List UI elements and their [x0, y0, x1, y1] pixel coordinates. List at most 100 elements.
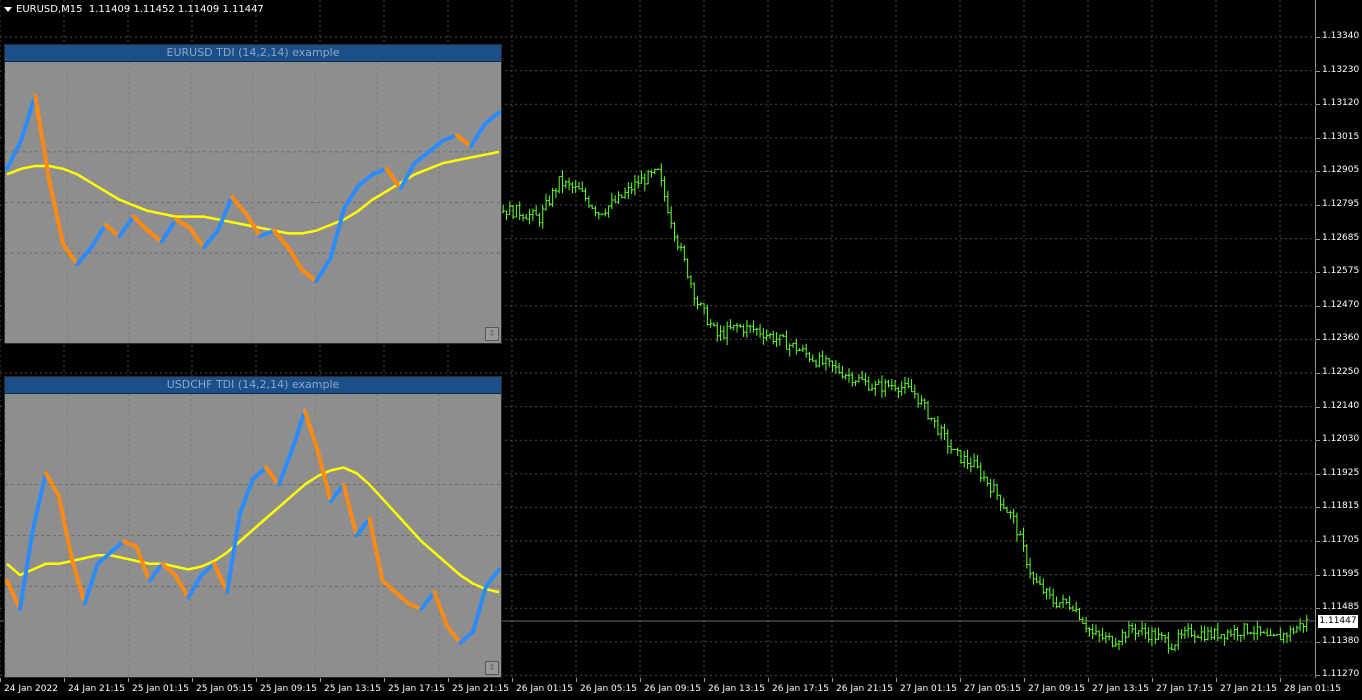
tdi-rsi-down-segment	[229, 194, 248, 216]
price-candle	[804, 343, 808, 358]
price-candle	[1236, 626, 1240, 641]
price-candle	[735, 322, 739, 333]
price-candle	[1130, 622, 1134, 634]
price-candle	[788, 343, 792, 357]
price-candle	[942, 423, 946, 441]
price-candle	[603, 208, 607, 217]
price-candle	[531, 208, 535, 222]
tdi-panel-eurusd[interactable]: EURUSD TDI (14,2,14) example ⇕	[4, 44, 502, 344]
time-tick-label: 27 Jan 13:15	[1092, 684, 1149, 694]
price-candle	[1041, 578, 1045, 595]
price-candle	[620, 194, 624, 199]
price-candle	[1209, 626, 1213, 641]
tdi-signal-line	[6, 466, 500, 594]
price-candle	[1176, 629, 1180, 650]
price-candle	[682, 244, 686, 262]
price-candle	[1226, 629, 1230, 640]
price-candle	[1022, 527, 1026, 552]
price-candle	[890, 378, 894, 391]
price-candle	[966, 449, 970, 470]
time-axis[interactable]: 24 Jan 2022 24 Jan 21:15 25 Jan 01:15 25 Ja…	[0, 678, 1341, 700]
time-tick-label: 26 Jan 01:15	[516, 684, 573, 694]
price-candle	[1025, 544, 1029, 569]
price-candle	[613, 195, 617, 204]
price-tick-mark	[1316, 507, 1320, 509]
price-candle	[1255, 621, 1259, 641]
price-candle	[1295, 625, 1299, 633]
tdi-rsi-up-segment	[147, 561, 165, 583]
price-tick-mark	[1316, 440, 1320, 442]
tdi-rsi-up-segment	[82, 561, 100, 606]
panel-title[interactable]: EURUSD TDI (14,2,14) example	[5, 45, 501, 62]
ohlc-quote: 1.11409 1.11452 1.11409 1.11447	[88, 4, 264, 15]
price-candle	[1127, 620, 1131, 638]
price-tick-mark	[1316, 305, 1320, 307]
time-tick-label: 26 Jan 05:15	[580, 684, 637, 694]
price-candle	[643, 173, 647, 192]
price-tick-mark	[1316, 339, 1320, 341]
price-candle	[1252, 625, 1256, 641]
tdi-rsi-down-segment	[384, 166, 403, 191]
price-candle	[1265, 627, 1269, 637]
price-tick-label: 1.12575	[1322, 266, 1360, 277]
price-candle	[887, 380, 891, 388]
price-candle	[883, 378, 887, 397]
price-tick-mark	[1316, 137, 1320, 139]
price-candle	[1229, 628, 1233, 638]
dropdown-triangle-icon[interactable]	[4, 6, 12, 12]
tdi-rsi-down-segment	[145, 228, 164, 244]
price-candle	[863, 373, 867, 386]
price-candle	[1091, 623, 1095, 640]
tdi-rsi-down-segment	[286, 245, 305, 272]
panel-title[interactable]: USDCHF TDI (14,2,14) example	[5, 377, 501, 394]
tdi-rsi-down-segment	[5, 578, 22, 612]
time-tick-mark	[1280, 678, 1281, 682]
price-candle	[761, 328, 765, 345]
price-candle	[712, 322, 716, 327]
price-candle	[702, 303, 706, 315]
price-candle	[511, 204, 515, 220]
price-candle	[946, 429, 950, 455]
price-candle	[1301, 623, 1305, 633]
tdi-rsi-down-segment	[432, 590, 450, 629]
price-candle	[564, 180, 568, 189]
tdi-rsi-up-segment	[117, 214, 136, 239]
price-candle	[831, 360, 835, 373]
price-candle	[1199, 625, 1203, 641]
price-candle	[534, 205, 538, 216]
tdi-rsi-up-segment	[426, 138, 445, 154]
tdi-rsi-down-segment	[341, 482, 359, 538]
tdi-rsi-down-segment	[406, 601, 424, 612]
price-candle	[577, 182, 581, 190]
resize-icon[interactable]: ⇕	[485, 661, 499, 675]
tdi-chart-eurusd	[5, 62, 501, 343]
price-candle	[1018, 530, 1022, 536]
price-candle	[758, 323, 762, 338]
price-tick-mark	[1316, 238, 1320, 240]
resize-icon[interactable]: ⇕	[485, 327, 499, 341]
price-candle	[725, 321, 729, 346]
price-candle	[949, 439, 953, 454]
main-chart-area[interactable]: EURUSD,M15 1.11409 1.11452 1.11409 1.114…	[0, 0, 1316, 678]
time-tick-label: 25 Jan 09:15	[260, 684, 317, 694]
price-candle	[952, 448, 956, 451]
price-tick-label: 1.11595	[1322, 568, 1360, 579]
price-candle	[1213, 627, 1217, 640]
price-axis[interactable]: 1.13340 1.13230 1.13120 1.13015 1.12905 1.127…	[1316, 0, 1362, 679]
tdi-panel-usdchf[interactable]: USDCHF TDI (14,2,14) example ⇕	[4, 376, 502, 678]
tdi-rsi-up-segment	[75, 245, 94, 267]
price-candle	[505, 210, 509, 221]
price-candle	[1298, 618, 1302, 632]
tdi-rsi-up-segment	[471, 584, 489, 634]
price-candle	[923, 398, 927, 410]
price-candle	[623, 187, 627, 199]
time-tick-mark	[576, 678, 577, 682]
price-candle	[686, 258, 690, 279]
price-candle	[524, 214, 528, 220]
price-candle	[574, 180, 578, 193]
current-price-label: 1.11447	[1318, 615, 1358, 628]
price-candle	[610, 192, 614, 210]
price-candle	[873, 380, 877, 396]
tdi-rsi-up-segment	[89, 222, 108, 250]
price-candle	[1206, 626, 1210, 641]
